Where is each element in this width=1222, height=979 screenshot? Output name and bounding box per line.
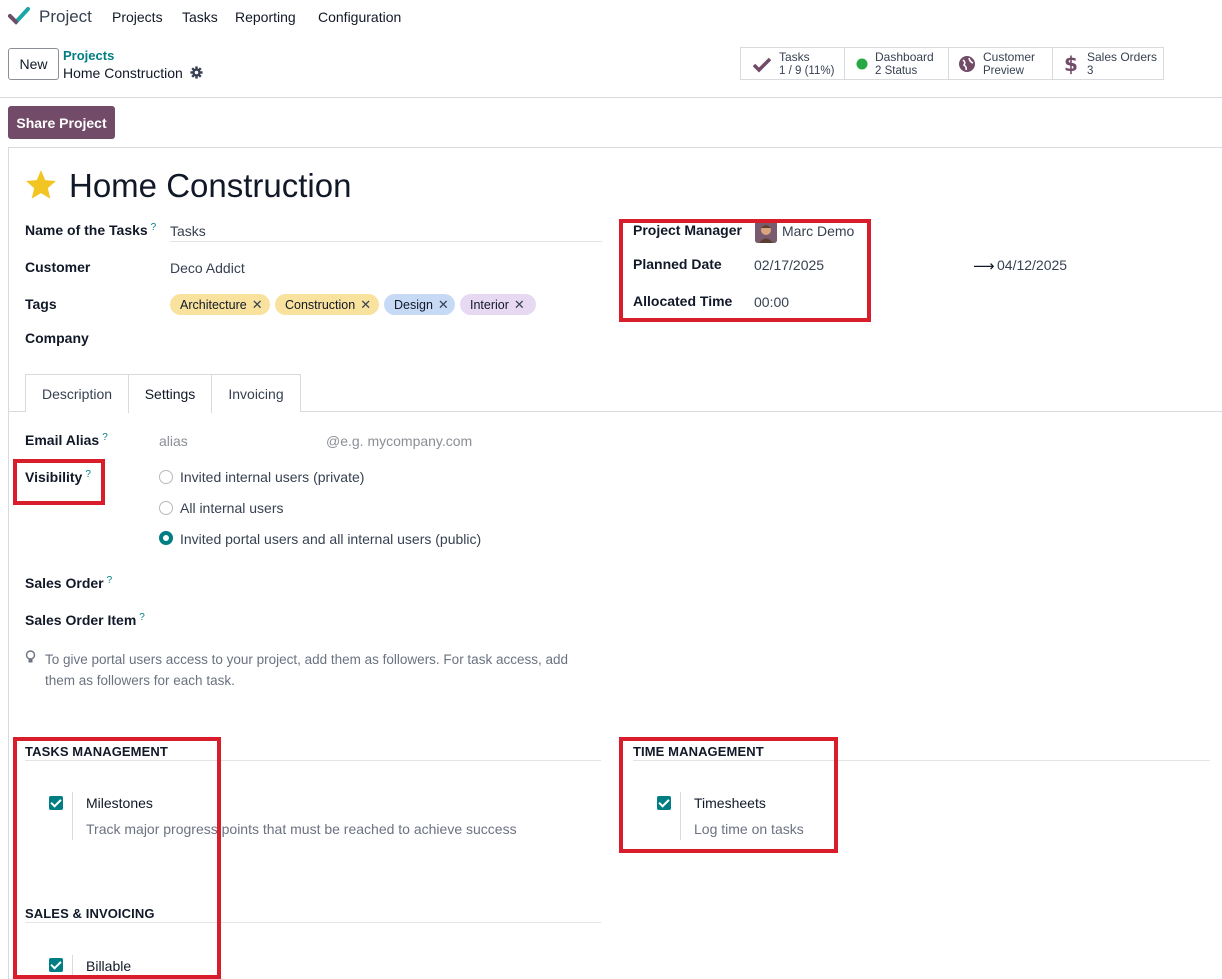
radio-public[interactable]: [159, 531, 173, 545]
project-title[interactable]: Home Construction: [69, 167, 351, 205]
gear-icon[interactable]: [190, 66, 203, 79]
sales-invoicing-title: SALES & INVOICING: [25, 906, 155, 921]
option-divider: [72, 955, 73, 979]
sales-orders-stat-button[interactable]: $ Sales Orders 3: [1053, 48, 1163, 79]
tag-label: Construction: [285, 297, 356, 312]
radio-private-label[interactable]: Invited internal users (private): [180, 469, 364, 485]
tag-architecture[interactable]: Architecture ✕: [170, 294, 270, 315]
dashboard-stat-label: Dashboard: [875, 50, 934, 64]
time-management-title: TIME MANAGEMENT: [633, 744, 764, 759]
input-underline: [170, 241, 602, 242]
radio-public-label[interactable]: Invited portal users and all internal us…: [180, 531, 481, 547]
status-dot-icon: [856, 58, 868, 70]
menu-projects[interactable]: Projects: [112, 9, 163, 25]
menu-configuration[interactable]: Configuration: [318, 9, 401, 25]
lightbulb-icon: [25, 650, 36, 663]
favorite-star-icon[interactable]: [24, 168, 58, 202]
radio-private[interactable]: [159, 470, 173, 484]
customer-stat-value: Preview: [983, 65, 1024, 77]
milestones-checkbox[interactable]: [49, 796, 63, 810]
customer-field[interactable]: Deco Addict: [170, 260, 245, 276]
visibility-label: Visibility?: [25, 469, 91, 485]
close-icon[interactable]: ✕: [252, 297, 263, 313]
svg-text:$: $: [1064, 53, 1077, 75]
alias-domain-input[interactable]: @e.g. mycompany.com: [326, 433, 472, 449]
menu-reporting[interactable]: Reporting: [235, 9, 296, 25]
section-divider: [25, 922, 601, 923]
help-icon[interactable]: ?: [151, 222, 157, 233]
billable-checkbox[interactable]: [49, 958, 63, 972]
radio-internal[interactable]: [159, 501, 173, 515]
timesheets-description: Log time on tasks: [694, 821, 804, 837]
planned-end-date[interactable]: 04/12/2025: [997, 257, 1067, 273]
alias-input[interactable]: alias: [159, 433, 188, 449]
new-button[interactable]: New: [8, 48, 59, 80]
tag-label: Design: [394, 297, 433, 312]
close-icon[interactable]: ✕: [514, 297, 525, 313]
sales-order-item-label: Sales Order Item?: [25, 612, 145, 628]
tag-construction[interactable]: Construction ✕: [275, 294, 379, 315]
billable-label[interactable]: Billable: [86, 958, 131, 974]
help-icon[interactable]: ?: [85, 469, 91, 480]
timesheets-checkbox[interactable]: [657, 796, 671, 810]
close-icon[interactable]: ✕: [360, 297, 371, 313]
tab-settings[interactable]: Settings: [128, 374, 212, 413]
tab-invoicing[interactable]: Invoicing: [211, 374, 301, 412]
milestones-label[interactable]: Milestones: [86, 795, 153, 811]
sales-orders-stat-label: Sales Orders: [1087, 50, 1158, 64]
help-icon[interactable]: ?: [139, 612, 145, 623]
tasks-stat-button[interactable]: Tasks 1 / 9 (11%): [741, 48, 845, 79]
tag-label: Interior: [470, 297, 509, 312]
customer-preview-button[interactable]: Customer Preview: [949, 48, 1053, 79]
section-divider: [25, 760, 601, 761]
check-icon: [752, 57, 772, 73]
sales-order-label: Sales Order?: [25, 575, 113, 591]
avatar: [755, 221, 777, 243]
allocated-time-label: Allocated Time: [633, 293, 733, 309]
breadcrumb-projects[interactable]: Projects: [63, 48, 114, 63]
globe-icon: [959, 56, 975, 72]
tag-label: Architecture: [180, 297, 247, 312]
project-app-logo-icon[interactable]: [8, 5, 30, 27]
project-manager-label: Project Manager: [633, 222, 742, 238]
tasks-stat-value: 1 / 9 (11%): [779, 65, 835, 77]
planned-start-date[interactable]: 02/17/2025: [754, 257, 824, 273]
share-project-button[interactable]: Share Project: [8, 106, 115, 139]
tasks-stat-label: Tasks: [779, 50, 810, 64]
tag-design[interactable]: Design ✕: [384, 294, 455, 315]
customer-stat-label: Customer: [983, 50, 1036, 64]
dashboard-stat-value: 2 Status: [875, 65, 918, 77]
breadcrumb-current: Home Construction: [63, 65, 183, 81]
option-divider: [72, 792, 73, 840]
tags-label: Tags: [25, 296, 57, 312]
app-name[interactable]: Project: [39, 7, 92, 27]
menu-tasks[interactable]: Tasks: [182, 9, 218, 25]
dollar-icon: $: [1064, 53, 1077, 75]
tag-interior[interactable]: Interior ✕: [460, 294, 536, 315]
top-navbar: Project Projects Tasks Reporting Configu…: [0, 0, 1222, 34]
name-of-tasks-label: Name of the Tasks?: [25, 222, 157, 238]
email-alias-label: Email Alias?: [25, 432, 108, 448]
company-label: Company: [25, 330, 89, 346]
radio-internal-label[interactable]: All internal users: [180, 500, 284, 516]
customer-label: Customer: [25, 259, 91, 275]
dashboard-stat-button[interactable]: Dashboard 2 Status: [845, 48, 949, 79]
close-icon[interactable]: ✕: [438, 297, 449, 313]
tasks-management-title: TASKS MANAGEMENT: [25, 744, 168, 759]
option-divider: [680, 792, 681, 840]
milestones-description: Track major progress points that must be…: [86, 821, 517, 837]
timesheets-label[interactable]: Timesheets: [694, 795, 766, 811]
name-of-tasks-input[interactable]: Tasks: [170, 223, 206, 239]
portal-access-hint: To give portal users access to your proj…: [45, 652, 568, 688]
project-manager-field[interactable]: Marc Demo: [782, 223, 854, 239]
tab-description[interactable]: Description: [25, 374, 129, 412]
allocated-time-field[interactable]: 00:00: [754, 294, 789, 310]
arrow-right-icon: ⟶: [973, 258, 995, 275]
section-divider: [633, 760, 1210, 761]
sales-orders-stat-value: 3: [1087, 65, 1094, 77]
help-icon[interactable]: ?: [102, 432, 108, 443]
smart-buttons: Tasks 1 / 9 (11%) Dashboard 2 Status Cus…: [740, 47, 1164, 80]
help-icon[interactable]: ?: [107, 575, 113, 586]
planned-date-label: Planned Date: [633, 256, 722, 272]
